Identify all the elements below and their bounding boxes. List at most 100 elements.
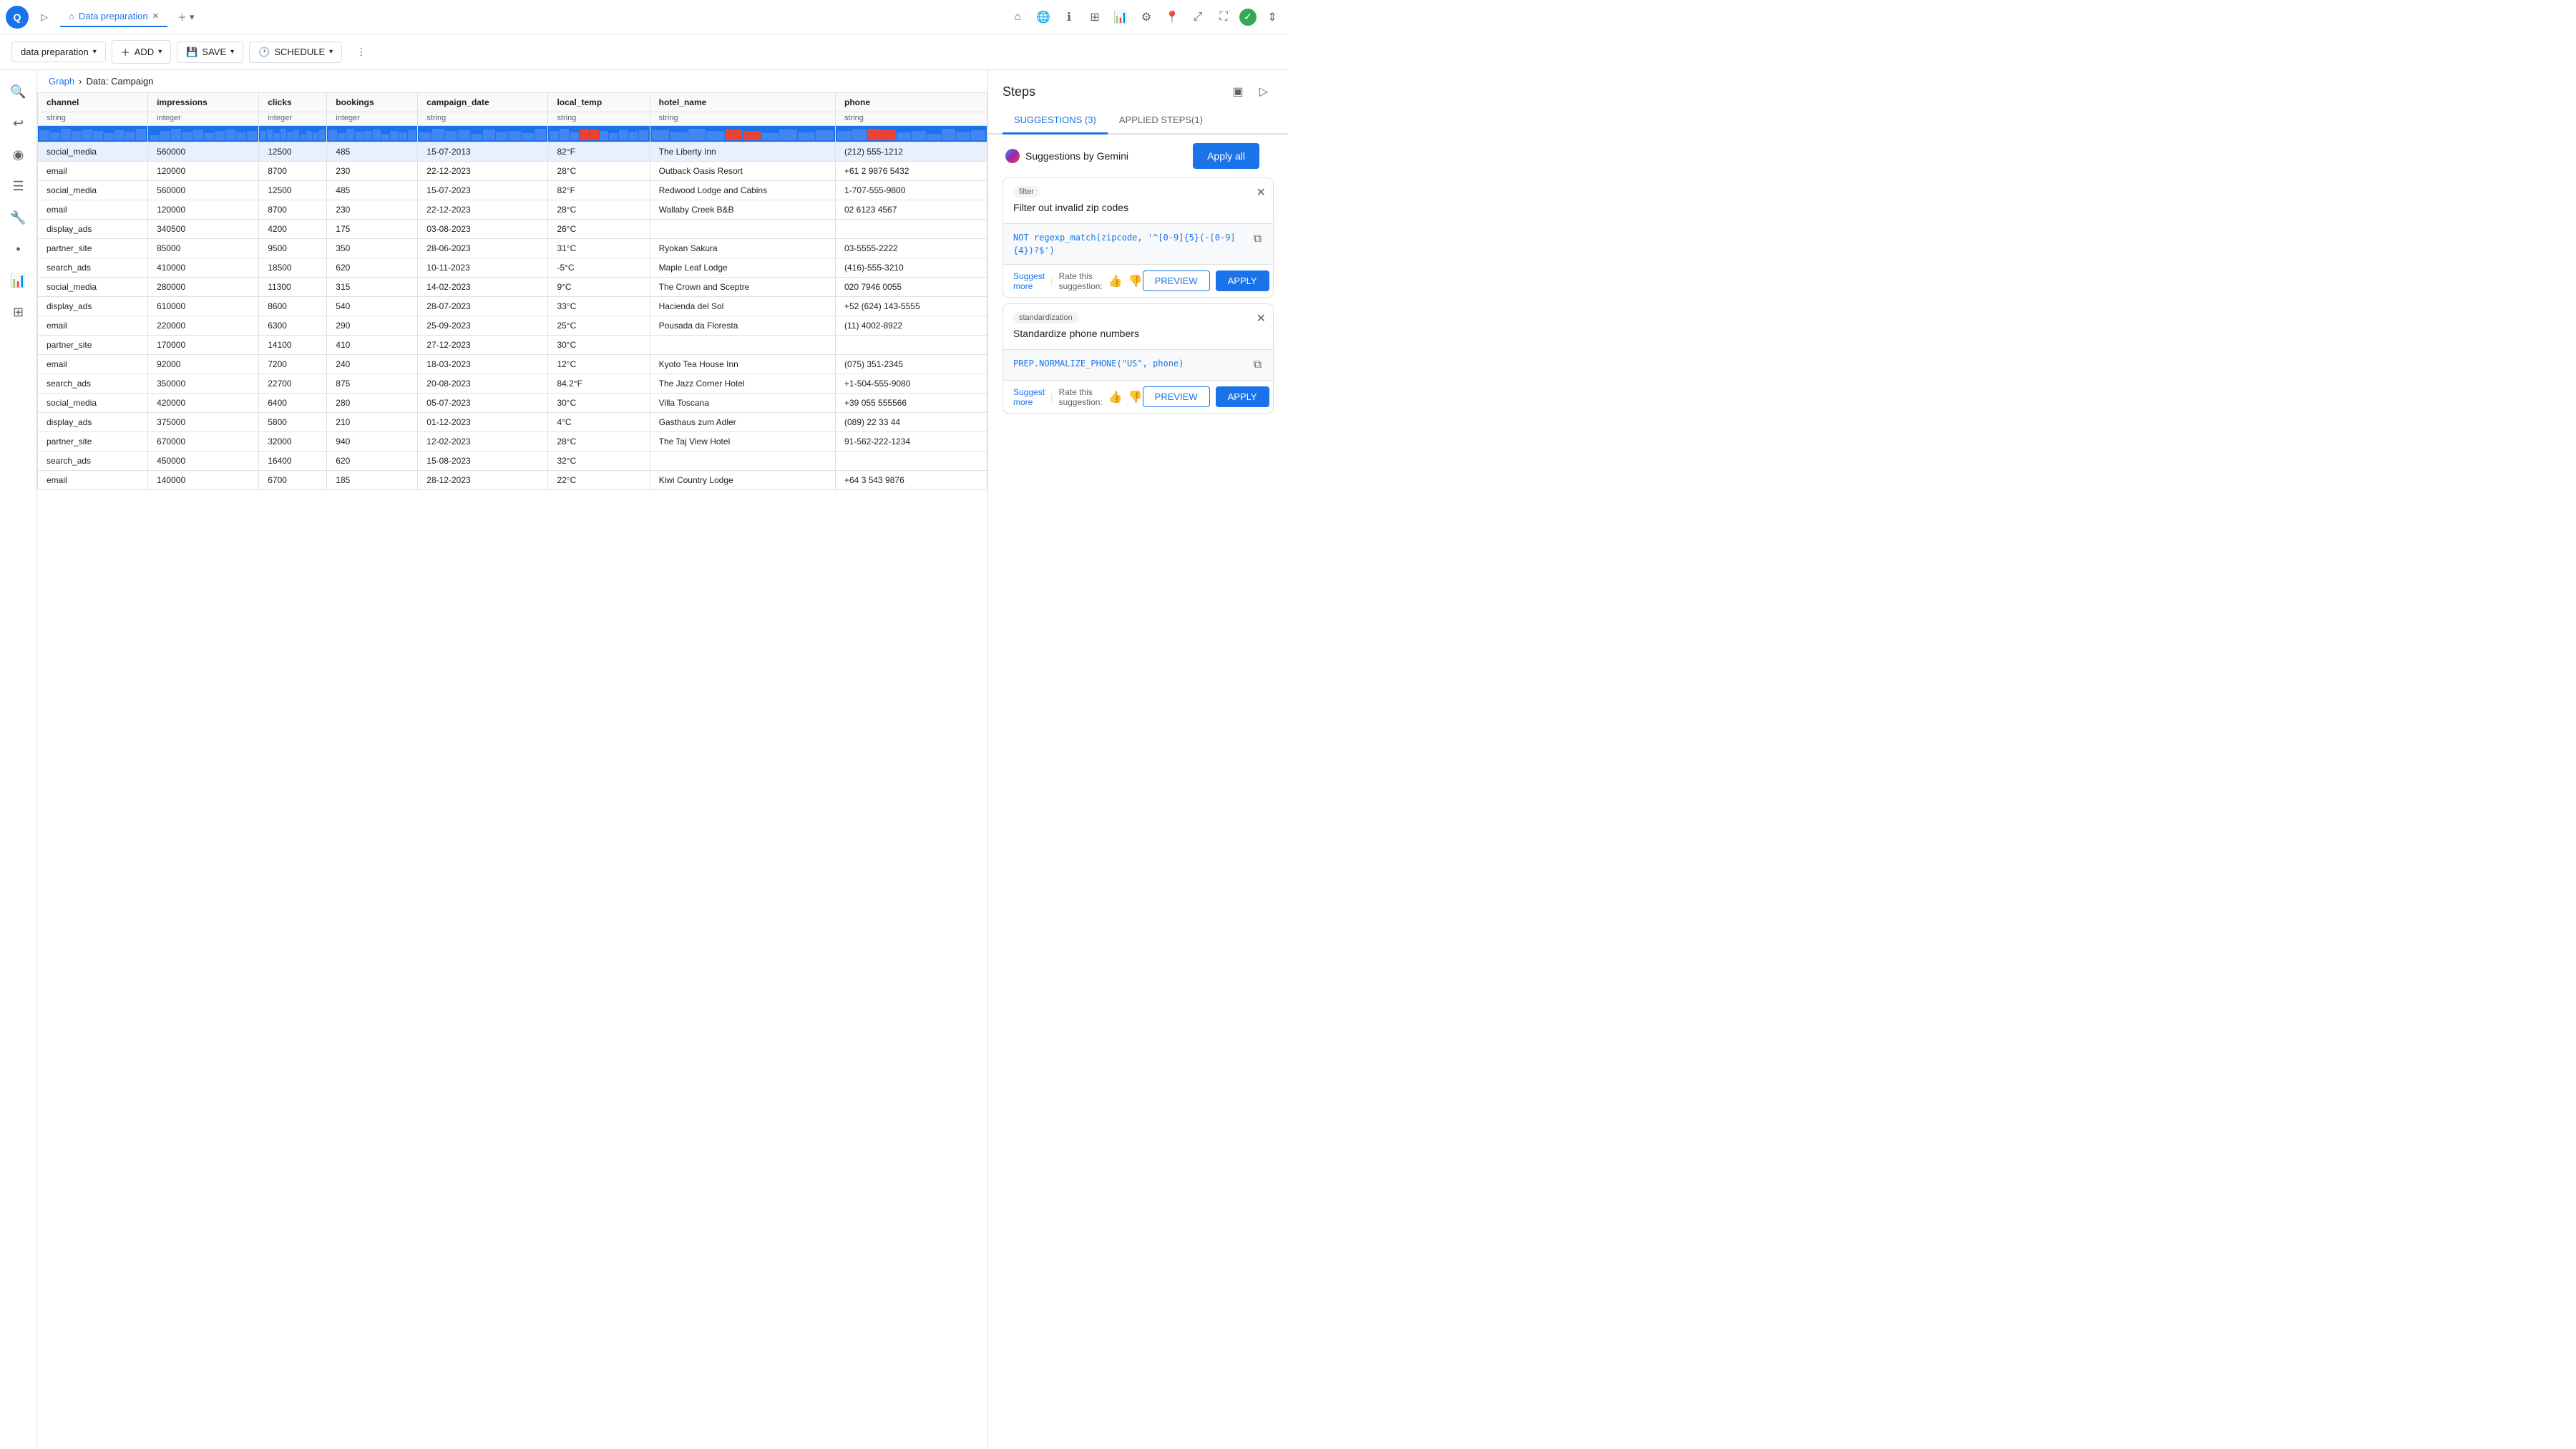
- table-cell: 450000: [148, 452, 259, 471]
- card1-close-icon[interactable]: ✕: [1257, 185, 1266, 200]
- search-sidebar-icon[interactable]: 🔍: [6, 79, 31, 104]
- col-header-campaign-date[interactable]: campaign_date string: [418, 93, 548, 126]
- home-nav-icon[interactable]: ⌂: [1008, 7, 1028, 27]
- table-cell: Kyoto Tea House Inn: [650, 355, 835, 374]
- apply-all-button[interactable]: Apply all: [1193, 143, 1259, 169]
- col-header-hotel-name[interactable]: hotel_name string: [650, 93, 835, 126]
- wrench-sidebar-icon[interactable]: 🔧: [6, 205, 31, 230]
- card2-suggest-more[interactable]: Suggest more: [1013, 387, 1045, 407]
- col-header-bookings[interactable]: bookings integer: [327, 93, 418, 126]
- table-cell: 9°C: [548, 278, 650, 297]
- card1-suggest-more[interactable]: Suggest more: [1013, 271, 1045, 291]
- card1-copy-icon[interactable]: ⧉: [1252, 231, 1263, 247]
- table-cell: 30°C: [548, 336, 650, 355]
- table-cell: display_ads: [38, 220, 148, 239]
- table-cell: -5°C: [548, 258, 650, 278]
- table-cell: 28°C: [548, 162, 650, 181]
- card2-preview-btn[interactable]: PREVIEW: [1143, 386, 1210, 407]
- col-header-phone[interactable]: phone string: [836, 93, 987, 126]
- sidebar-toggle-btn[interactable]: ▷: [34, 7, 54, 27]
- card1-preview-btn[interactable]: PREVIEW: [1143, 270, 1210, 291]
- table-cell: (089) 22 33 44: [836, 413, 987, 432]
- col-header-clicks[interactable]: clicks integer: [259, 93, 327, 126]
- fullscreen-icon[interactable]: ⛶: [1214, 7, 1234, 27]
- col-header-local-temp[interactable]: local_temp string: [548, 93, 650, 126]
- panel-expand-icon[interactable]: ▷: [1254, 82, 1274, 102]
- add-tab-btn[interactable]: ＋ ▾: [170, 6, 202, 28]
- tab-suggestions[interactable]: SUGGESTIONS (3): [1002, 107, 1108, 135]
- table-cell: 020 7946 0055: [836, 278, 987, 297]
- breadcrumb-graph[interactable]: Graph: [49, 76, 74, 87]
- card1-header: ✕ filter Filter out invalid zip codes NO…: [1003, 178, 1273, 297]
- table-cell: Gasthaus zum Adler: [650, 413, 835, 432]
- card1-thumbdown-icon[interactable]: 👎: [1128, 274, 1143, 288]
- card2-tag: standardization: [1013, 312, 1078, 323]
- col-header-impressions[interactable]: impressions integer: [148, 93, 259, 126]
- info-icon[interactable]: ℹ: [1059, 7, 1079, 27]
- table-cell: The Jazz Corner Hotel: [650, 374, 835, 394]
- table-cell: 03-08-2023: [418, 220, 548, 239]
- tab-close[interactable]: ✕: [152, 11, 159, 21]
- panel-collapse-icon[interactable]: ▣: [1228, 82, 1248, 102]
- more-options-btn[interactable]: ⋮: [348, 42, 374, 62]
- card2-apply-btn[interactable]: APPLY: [1216, 386, 1269, 407]
- table-cell: 28-12-2023: [418, 471, 548, 490]
- table-sidebar-icon[interactable]: ⊞: [6, 299, 31, 325]
- table-cell: search_ads: [38, 452, 148, 471]
- location-icon[interactable]: 📍: [1162, 7, 1182, 27]
- card2-close-icon[interactable]: ✕: [1257, 311, 1266, 326]
- table-cell: +52 (624) 143-5555: [836, 297, 987, 316]
- apply-all-row: Suggestions by Gemini Apply all: [988, 135, 1288, 172]
- chart-icon[interactable]: 📊: [1111, 7, 1131, 27]
- schedule-btn[interactable]: 🕐 SCHEDULE ▾: [249, 42, 342, 63]
- gemini-icon: [1005, 149, 1020, 163]
- card1-thumbup-icon[interactable]: 👍: [1108, 274, 1123, 288]
- table-cell: Kiwi Country Lodge: [650, 471, 835, 490]
- card2-copy-icon[interactable]: ⧉: [1252, 357, 1263, 373]
- chart-sidebar-icon[interactable]: 📊: [6, 268, 31, 293]
- settings-icon[interactable]: ⚙: [1136, 7, 1156, 27]
- tab-applied[interactable]: APPLIED STEPS(1): [1108, 107, 1214, 135]
- card1-apply-btn[interactable]: APPLY: [1216, 270, 1269, 291]
- dot-sidebar-icon[interactable]: •: [6, 236, 31, 262]
- table-cell: 27-12-2023: [418, 336, 548, 355]
- card2-rate-label: Rate this suggestion:: [1058, 387, 1102, 407]
- table-row: social_media5600001250048515-07-202382°F…: [38, 181, 987, 200]
- table-cell: (416)-555-3210: [836, 258, 987, 278]
- add-btn[interactable]: ＋ ADD ▾: [112, 40, 172, 64]
- table-cell: 280000: [148, 278, 259, 297]
- table-cell: (075) 351-2345: [836, 355, 987, 374]
- table-cell: 4°C: [548, 413, 650, 432]
- card2-header: ✕ standardization Standardize phone numb…: [1003, 304, 1273, 413]
- table-cell: 875: [327, 374, 418, 394]
- data-preparation-dropdown[interactable]: data preparation ▾: [11, 42, 106, 62]
- second-toolbar: data preparation ▾ ＋ ADD ▾ 💾 SAVE ▾ 🕐 SC…: [0, 34, 1288, 70]
- table-row: email120000870023022-12-202328°COutback …: [38, 162, 987, 181]
- save-btn[interactable]: 💾 SAVE ▾: [177, 42, 243, 63]
- data-table-wrapper[interactable]: channel string impressions integer click…: [37, 92, 987, 1449]
- steps-header: Steps ▣ ▷: [988, 70, 1288, 107]
- table-cell: 12500: [259, 142, 327, 162]
- expand-icon[interactable]: ⤢: [1188, 7, 1208, 27]
- table-cell: 25-09-2023: [418, 316, 548, 336]
- layers-sidebar-icon[interactable]: ◉: [6, 142, 31, 167]
- table-cell: email: [38, 355, 148, 374]
- table-cell: 9500: [259, 239, 327, 258]
- table-cell: email: [38, 316, 148, 336]
- card1-rate-label: Rate this suggestion:: [1058, 271, 1102, 291]
- grid-icon[interactable]: ⊞: [1085, 7, 1105, 27]
- card2-thumbup-icon[interactable]: 👍: [1108, 390, 1123, 404]
- steps-content: Suggestions by Gemini Apply all ✕ filter…: [988, 135, 1288, 1449]
- col-header-channel[interactable]: channel string: [38, 93, 148, 126]
- table-cell: 14-02-2023: [418, 278, 548, 297]
- table-cell: 230: [327, 162, 418, 181]
- card2-thumbdown-icon[interactable]: 👎: [1128, 390, 1143, 404]
- add-icon: ＋: [121, 45, 130, 59]
- table-cell: 84.2°F: [548, 374, 650, 394]
- menu-sidebar-icon[interactable]: ☰: [6, 173, 31, 199]
- undo-sidebar-icon[interactable]: ↩: [6, 110, 31, 136]
- data-preparation-tab[interactable]: ⌂ Data preparation ✕: [60, 6, 167, 27]
- table-cell: 82°F: [548, 181, 650, 200]
- globe-icon[interactable]: 🌐: [1033, 7, 1053, 27]
- expand-collapse-icon[interactable]: ⇕: [1262, 7, 1282, 27]
